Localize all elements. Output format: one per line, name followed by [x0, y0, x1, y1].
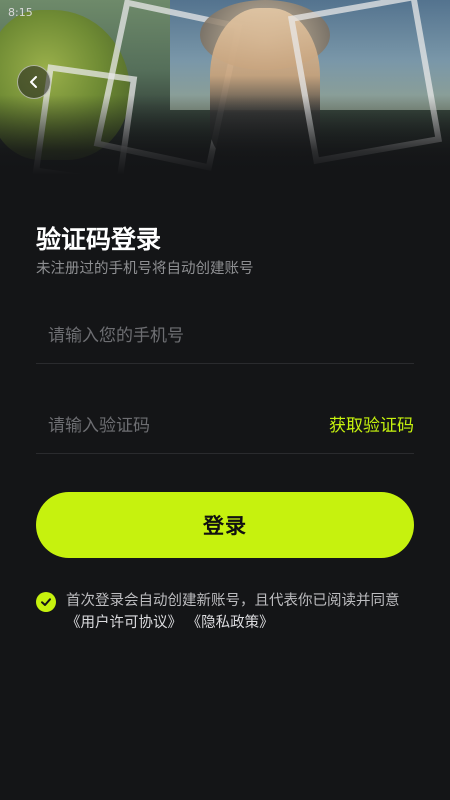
privacy-policy-link[interactable]: 《隐私政策》 — [187, 615, 274, 631]
user-agreement-link[interactable]: 《用户许可协议》 — [66, 615, 182, 631]
verification-code-input[interactable] — [48, 398, 308, 454]
page-subtitle: 未注册过的手机号将自动创建账号 — [36, 261, 254, 277]
phone-input[interactable] — [48, 308, 308, 364]
get-code-button[interactable]: 获取验证码 — [329, 398, 414, 454]
agreement-checkbox[interactable] — [36, 592, 56, 612]
status-time: 8:15 — [8, 6, 33, 19]
checkmark-icon — [41, 598, 51, 606]
code-field: 获取验证码 — [36, 398, 414, 454]
login-button[interactable]: 登录 — [36, 492, 414, 558]
phone-field — [36, 308, 414, 364]
page-title: 验证码登录 — [36, 225, 162, 254]
agreement-statement: 首次登录会自动创建新账号，且代表你已阅读并同意 — [66, 593, 400, 609]
login-screen: 8:15 验证码登录 未注册过的手机号将自动创建账号 获取验证码 登录 首次登录… — [0, 0, 450, 800]
hero-artwork — [0, 0, 450, 175]
chevron-left-icon — [30, 76, 37, 88]
back-button[interactable] — [17, 65, 51, 99]
agreement-text: 首次登录会自动创建新账号，且代表你已阅读并同意 《用户许可协议》 《隐私政策》 — [66, 590, 450, 634]
hero-fade — [0, 95, 450, 175]
